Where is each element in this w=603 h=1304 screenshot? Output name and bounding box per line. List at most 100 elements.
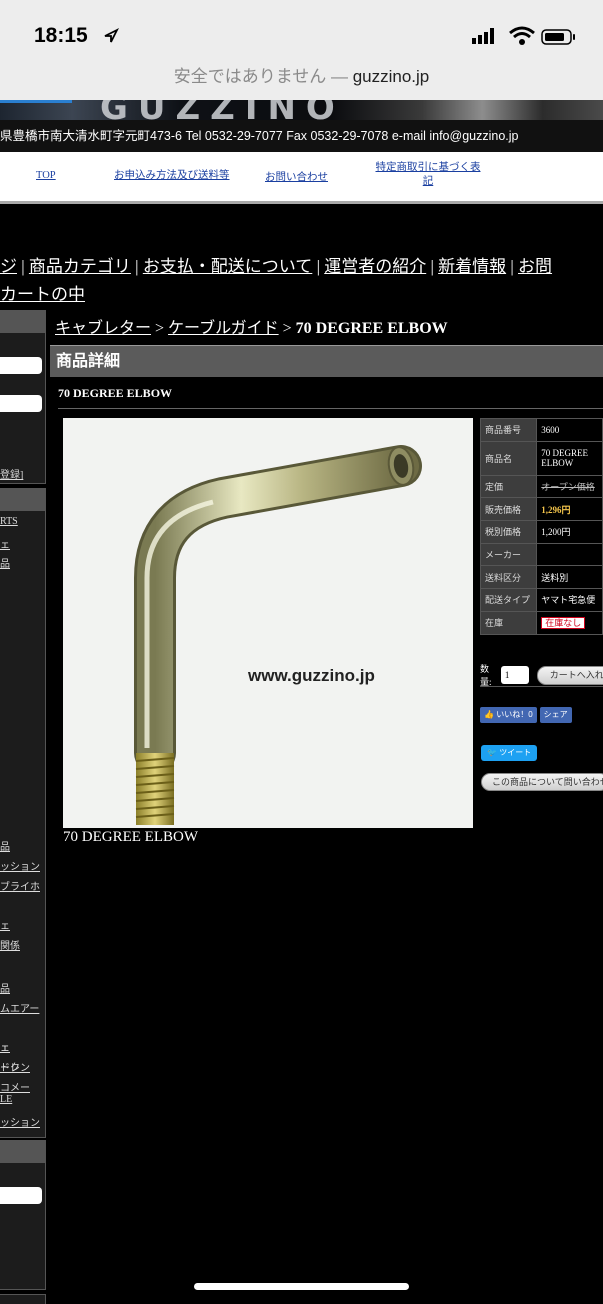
nav-category-link[interactable]: 商品カテゴリ	[29, 257, 131, 276]
spec-value: ヤマト宅急便	[536, 588, 603, 612]
category-link[interactable]: ムエアー	[0, 1000, 39, 1015]
login-id-input[interactable]	[0, 357, 42, 374]
spec-row: 送料区分 送料別	[479, 565, 603, 590]
nav-news-link[interactable]: 新着情報	[438, 257, 506, 276]
sidebar-category-box-lower: 品 ムエアー ェ ドレン LE ッション	[0, 980, 46, 1142]
category-link[interactable]: LE	[0, 1094, 12, 1105]
category-link[interactable]: ッション	[0, 1114, 40, 1129]
category-link[interactable]: 品	[0, 555, 10, 570]
spec-row: メーカー	[479, 542, 603, 567]
cellular-signal-icon	[472, 28, 494, 44]
spec-key: 送料区分	[479, 565, 538, 590]
nav-contact-link[interactable]: お問い合わせ	[265, 171, 328, 185]
spec-value: 送料別	[536, 565, 603, 590]
spec-key: 販売価格	[479, 497, 538, 522]
quantity-input[interactable]: 1	[500, 666, 529, 684]
nav-top-link[interactable]: TOP	[36, 169, 56, 183]
spec-key: 在庫	[479, 610, 538, 635]
quantity-label: 数量:	[480, 664, 492, 687]
nav-legal-link[interactable]: 特定商取引に基づく表記	[374, 161, 482, 189]
spec-row: 商品名 70 DEGREE ELBOW	[479, 440, 603, 476]
spec-row: 在庫 在庫なし	[479, 610, 603, 635]
category-link[interactable]: ドレン	[0, 1059, 30, 1074]
sidebar-bottom-box	[0, 1294, 46, 1304]
nav-order-shipping-link[interactable]: お申込み方法及び送料等	[114, 169, 230, 183]
category-link[interactable]: ェ	[0, 1039, 10, 1054]
category-link[interactable]: 品	[0, 980, 10, 995]
tweet-label: ツイート	[499, 748, 532, 757]
stock-badge: 在庫なし	[541, 617, 586, 630]
status-time: 18:15	[34, 24, 88, 47]
sidebar: 登録] RTS ェ 品 品 ッション ブライホ ェ 関係 ェ ーク コメー 品 …	[0, 310, 46, 1304]
sidebar-login-header	[0, 311, 46, 333]
register-link[interactable]: 登録]	[0, 466, 23, 481]
category-link[interactable]: 関係	[0, 937, 20, 952]
nav-inquiry-link[interactable]: お問	[518, 257, 552, 276]
spec-key: 商品番号	[479, 418, 538, 442]
product-photo[interactable]: www.guzzino.jp	[63, 418, 473, 828]
nav-payment-link[interactable]: お支払・配送について	[143, 257, 313, 276]
nav-cart-link[interactable]: カートの中	[0, 285, 85, 304]
main-nav: ジ | 商品カテゴリ | お支払・配送について | 運営者の紹介 | 新着情報 …	[0, 253, 603, 309]
sidebar-search-box	[0, 1140, 46, 1290]
ask-about-product-button[interactable]: この商品について問い合わせる	[481, 773, 603, 791]
title-divider	[58, 408, 603, 409]
nav-legal-line1: 特定商取引に基づく表	[375, 162, 481, 173]
breadcrumb-carburetor-link[interactable]: キャブレター	[55, 320, 151, 337]
sidebar-search-input[interactable]	[0, 1187, 42, 1204]
login-password-input[interactable]	[0, 395, 42, 412]
site-banner[interactable]: GUZZINO	[0, 100, 603, 120]
spec-row: 税別価格 1,200円	[479, 520, 603, 544]
spec-row: 商品番号 3600	[479, 418, 603, 442]
facebook-share-button[interactable]: シェア	[539, 707, 572, 723]
company-info-bar: 県豊橋市南大清水町字元町473-6 Tel 0532-29-7077 Fax 0…	[0, 120, 603, 152]
category-link[interactable]: ッション	[0, 858, 40, 873]
action-divider	[480, 686, 603, 687]
nav-sep: |	[430, 257, 434, 276]
url-host: guzzino.jp	[352, 67, 430, 86]
tweet-button[interactable]: 🐦 ツイート	[481, 745, 538, 761]
spec-key: 税別価格	[479, 520, 538, 544]
stock-cell: 在庫なし	[536, 610, 603, 635]
sidebar-category-header	[0, 489, 46, 511]
twitter-bird-icon: 🐦	[487, 748, 497, 757]
battery-icon	[541, 29, 575, 45]
elbow-fitting-image: www.guzzino.jp	[134, 445, 422, 825]
category-link[interactable]: 品	[0, 838, 10, 853]
category-link[interactable]: ェ	[0, 917, 10, 932]
photo-caption: 70 DEGREE ELBOW	[63, 829, 198, 845]
nav-sep: |	[510, 257, 514, 276]
section-header: 商品詳細	[50, 345, 603, 377]
spec-value: オープン価格	[536, 474, 603, 499]
breadcrumb: キャブレター > ケーブルガイド > 70 DEGREE ELBOW	[55, 314, 448, 338]
category-link[interactable]: ェ	[0, 536, 10, 551]
nav-operator-link[interactable]: 運営者の紹介	[324, 257, 426, 276]
nav-sep: |	[21, 257, 25, 276]
home-indicator[interactable]	[194, 1283, 409, 1290]
status-bar: 18:15 安全ではありません — guzzino.jp	[0, 0, 603, 100]
facebook-like-button[interactable]: 👍 いいね！0	[480, 707, 537, 723]
spec-key: 商品名	[479, 440, 538, 476]
category-link[interactable]: ブライホ	[0, 878, 40, 893]
quantity-row: 数量: 1 カートへ入れる	[480, 662, 603, 688]
like-label: いいね！0	[496, 710, 533, 719]
sidebar-search-header	[0, 1141, 46, 1163]
sale-price: 1,296円	[536, 497, 603, 522]
nav-home-link[interactable]: ジ	[0, 257, 17, 276]
spec-row: 販売価格 1,296円	[479, 497, 603, 522]
spec-key: 定価	[479, 474, 538, 499]
site-logo: GUZZINO	[100, 100, 345, 120]
spec-value: 1,200円	[536, 520, 603, 544]
insecure-label: 安全ではありません —	[173, 67, 353, 86]
spec-key: 配送タイプ	[479, 588, 538, 612]
wifi-icon	[509, 26, 535, 45]
breadcrumb-sep: >	[155, 320, 165, 337]
nav-sep: |	[316, 257, 320, 276]
breadcrumb-cable-guide-link[interactable]: ケーブルガイド	[168, 320, 279, 337]
add-to-cart-button[interactable]: カートへ入れる	[536, 665, 603, 685]
spec-value: 3600	[536, 418, 603, 442]
breadcrumb-current: 70 DEGREE ELBOW	[295, 320, 448, 337]
thumbs-up-icon: 👍	[484, 710, 494, 719]
address-bar[interactable]: 安全ではありません — guzzino.jp	[0, 62, 603, 87]
category-link[interactable]: RTS	[0, 516, 18, 527]
